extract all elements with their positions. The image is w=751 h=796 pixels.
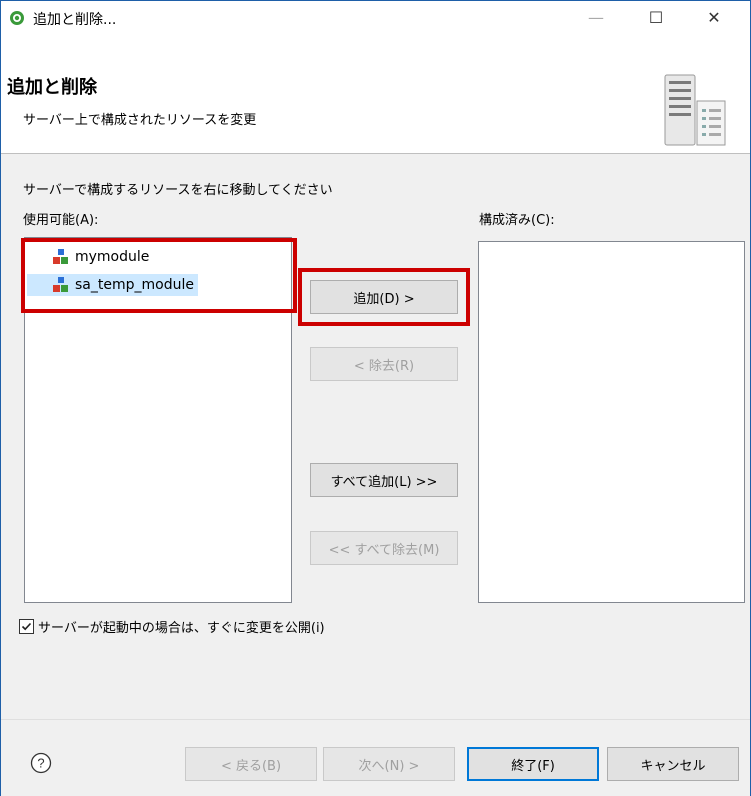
remove-all-button[interactable]: << すべて除去(M) [310,531,458,565]
button-bar: ? < 戻る(B) 次へ(N) > 終了(F) キャンセル [1,719,750,796]
close-button[interactable]: ✕ [691,1,737,35]
minimize-button[interactable]: — [573,1,619,35]
add-all-button[interactable]: すべて追加(L) >> [310,463,458,497]
instruction-text: サーバーで構成するリソースを右に移動してください [23,183,333,198]
server-banner-icon [664,74,726,146]
back-button[interactable]: < 戻る(B) [185,747,317,781]
publish-checkbox-row[interactable]: サーバーが起動中の場合は、すぐに変更を公開(i) [19,617,325,636]
title-bar: 追加と削除... — ☐ ✕ [1,1,750,35]
publish-checkbox-label: サーバーが起動中の場合は、すぐに変更を公開(i) [38,621,325,636]
help-icon[interactable]: ? [30,752,52,774]
next-button[interactable]: 次へ(N) > [323,747,455,781]
page-title: 追加と削除 [7,77,97,98]
configured-label: 構成済み(C): [479,213,555,228]
remove-button[interactable]: < 除去(R) [310,347,458,381]
configured-list[interactable] [478,241,745,603]
finish-button[interactable]: 終了(F) [467,747,599,781]
checkmark-icon [21,622,32,631]
maximize-button[interactable]: ☐ [633,1,679,35]
add-remove-dialog: 追加と削除... — ☐ ✕ 追加と削除 サーバー上で構成されたリソースを変更 … [0,0,751,796]
wizard-header: 追加と削除 サーバー上で構成されたリソースを変更 [1,35,750,154]
page-description: サーバー上で構成されたリソースを変更 [23,113,257,128]
cancel-button[interactable]: キャンセル [607,747,739,781]
window-title: 追加と削除... [33,12,117,28]
publish-checkbox[interactable] [19,619,34,634]
svg-text:?: ? [37,756,44,771]
available-label: 使用可能(A): [23,213,99,228]
add-button-highlight [298,268,470,326]
available-items-highlight [21,238,297,313]
app-icon [10,11,24,25]
